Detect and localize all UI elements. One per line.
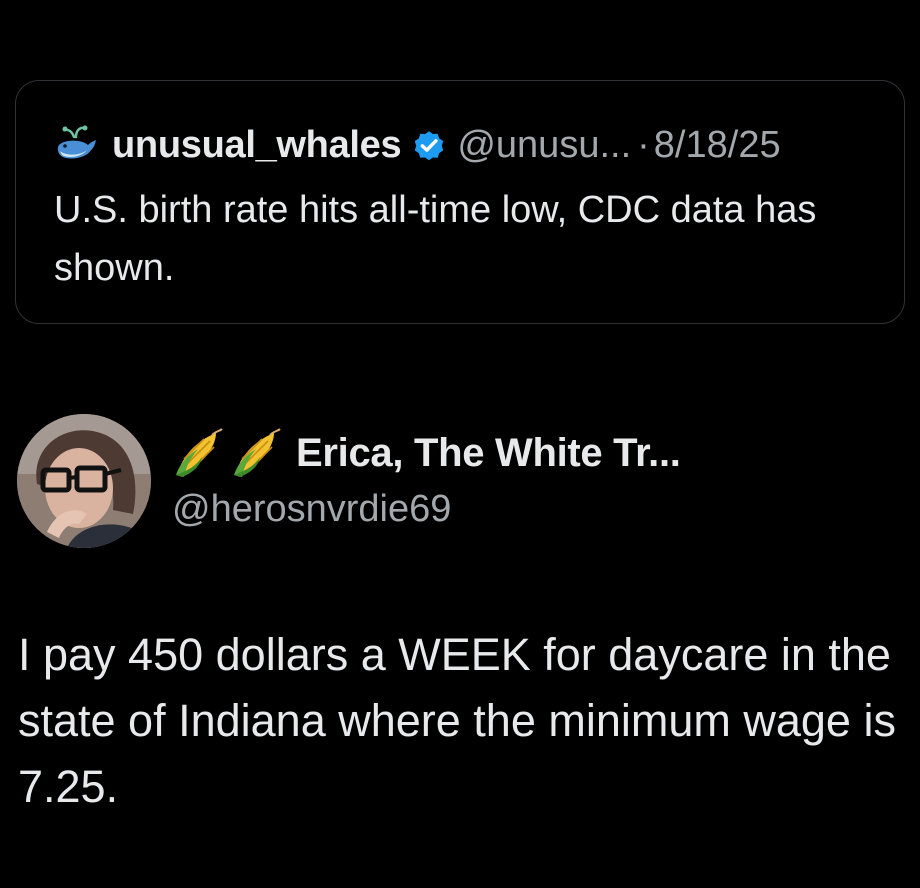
separator-dot: · (637, 123, 650, 166)
quoted-tweet-card[interactable]: unusual_whales @unusu... · 8/18/25 U.S. … (15, 80, 905, 324)
tweet-text: I pay 450 dollars a WEEK for daycare in … (18, 629, 896, 812)
quoted-tweet-text: U.S. birth rate hits all-time low, CDC d… (54, 189, 817, 289)
quoted-date[interactable]: 8/18/25 (654, 124, 781, 167)
whale-icon (54, 123, 98, 167)
author-display-name[interactable]: Erica, The White Tr... (296, 431, 681, 476)
corn-icon (230, 427, 282, 479)
avatar[interactable] (17, 414, 151, 548)
quoted-display-name[interactable]: unusual_whales (112, 124, 402, 167)
verified-badge-icon (411, 127, 447, 163)
author-name-row[interactable]: Erica, The White Tr... (172, 424, 681, 482)
author-handle[interactable]: @herosnvrdie69 (172, 488, 681, 531)
author-block: Erica, The White Tr... @herosnvrdie69 (172, 424, 681, 531)
quoted-handle[interactable]: @unusu... (457, 124, 631, 167)
corn-icon (172, 427, 224, 479)
quoted-tweet-header: unusual_whales @unusu... · 8/18/25 (54, 123, 781, 167)
